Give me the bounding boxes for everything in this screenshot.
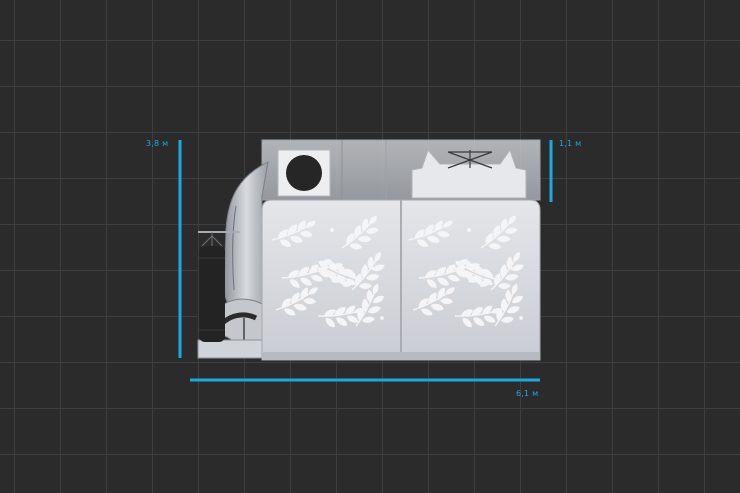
width-dimension-label: 6,1 м bbox=[516, 389, 539, 398]
roof-glass-right bbox=[385, 139, 541, 201]
height-dimension-label: 3,8 м bbox=[146, 139, 169, 148]
roof-glass-left bbox=[261, 139, 387, 201]
structure-drawing bbox=[178, 139, 553, 382]
roof-dimension-label: 1,1 м bbox=[559, 139, 582, 148]
drawing-canvas: 3,8 м 1,1 м 6,1 м bbox=[0, 0, 740, 493]
